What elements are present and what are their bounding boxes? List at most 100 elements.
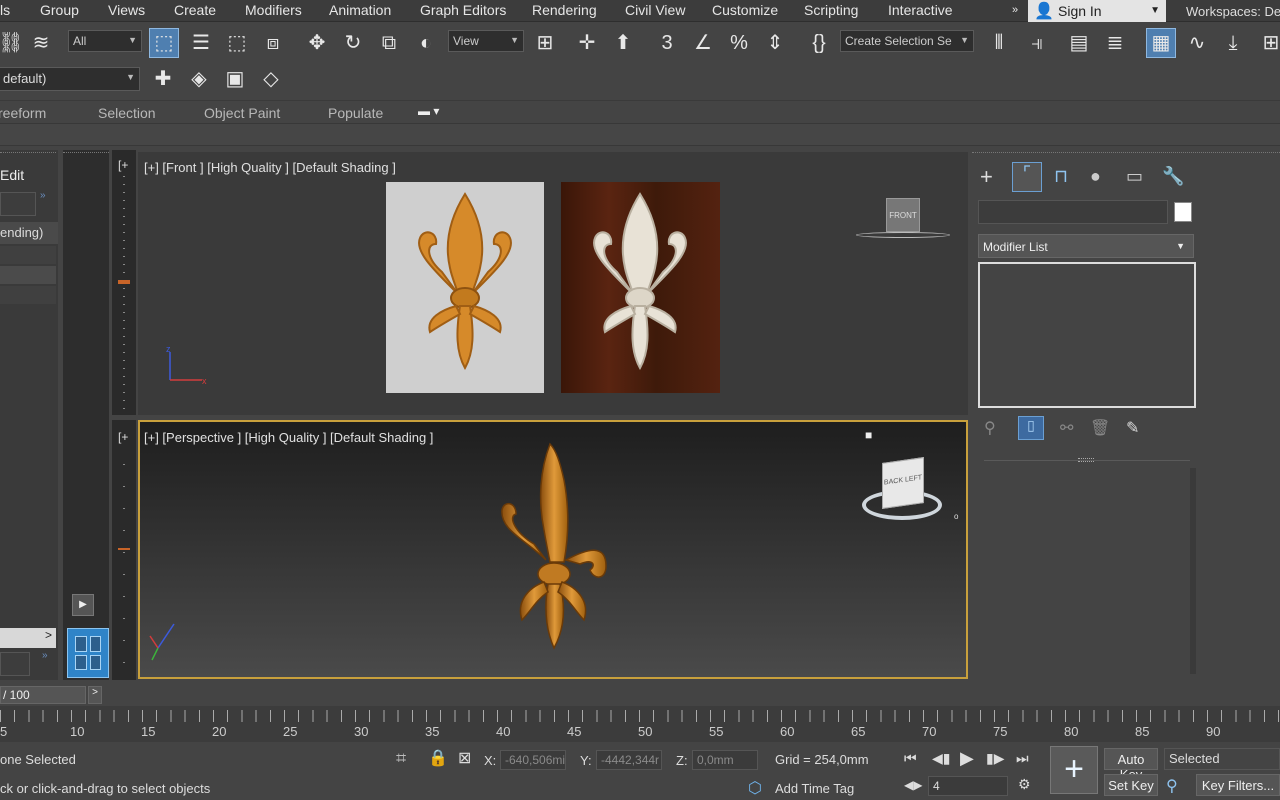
- material-editor-icon[interactable]: ⊞: [1256, 28, 1280, 58]
- front-viewport[interactable]: [+] [Front ] [High Quality ] [Default Sh…: [138, 152, 968, 415]
- tab-selection[interactable]: Selection: [98, 105, 156, 121]
- z-coordinate-field[interactable]: 0,0mm: [692, 750, 758, 770]
- key-filters-icon[interactable]: ⚲: [1166, 776, 1178, 796]
- select-manipulate-icon[interactable]: ✛: [572, 28, 602, 58]
- object-color-swatch[interactable]: [1174, 202, 1192, 222]
- window-crossing-icon[interactable]: ⧈: [258, 28, 288, 58]
- selection-filter-dropdown[interactable]: All ▼: [68, 30, 142, 52]
- add-to-layer-icon[interactable]: ▣: [220, 64, 250, 94]
- link-icon[interactable]: ⛓: [0, 28, 26, 58]
- time-configuration-icon[interactable]: ⚙: [1018, 776, 1031, 793]
- schematic-view-icon[interactable]: ⤓: [1218, 28, 1248, 58]
- angle-snap-icon[interactable]: ∠: [688, 28, 718, 58]
- time-config-icon[interactable]: ◀▶: [904, 778, 922, 792]
- time-tag-icon[interactable]: ⬡: [748, 778, 762, 798]
- list-item[interactable]: [0, 286, 56, 304]
- panel-grip[interactable]: [972, 152, 1280, 154]
- motion-tab-icon[interactable]: ●: [1090, 166, 1101, 187]
- modifier-list-dropdown[interactable]: Modifier List ▼: [978, 234, 1194, 258]
- set-key-button[interactable]: Set Key: [1104, 774, 1158, 796]
- absolute-mode-icon[interactable]: ⊠: [458, 748, 471, 768]
- go-to-end-icon[interactable]: ⏭: [1016, 750, 1029, 767]
- bind-space-warp-icon[interactable]: ≋: [26, 28, 56, 58]
- menu-modifiers[interactable]: Modifiers: [245, 2, 302, 18]
- toggle-scene-explorer-icon[interactable]: ▤: [1064, 28, 1094, 58]
- next-frame-icon[interactable]: ▮▶: [986, 750, 1004, 767]
- front-viewport-label[interactable]: [+] [Front ] [High Quality ] [Default Sh…: [144, 160, 396, 175]
- viewcube-front[interactable]: FRONT: [856, 196, 950, 242]
- object-name-field[interactable]: [978, 200, 1168, 224]
- auto-key-button[interactable]: Auto Key: [1104, 748, 1158, 782]
- keyboard-shortcut-override-icon[interactable]: ⬆: [608, 28, 638, 58]
- move-icon[interactable]: ✥: [302, 28, 332, 58]
- create-tab-icon[interactable]: +: [980, 164, 993, 190]
- expand-icon[interactable]: »: [40, 190, 46, 201]
- list-item[interactable]: [0, 266, 56, 284]
- select-by-name-icon[interactable]: ☰: [186, 28, 216, 58]
- play-layout-icon[interactable]: ▶: [72, 594, 94, 616]
- panel-grip[interactable]: [0, 152, 56, 155]
- sign-in-dropdown[interactable]: 👤 Sign In ▼: [1028, 0, 1166, 22]
- workspaces-label[interactable]: Workspaces: De: [1186, 4, 1280, 19]
- align-icon[interactable]: ⫣: [1022, 28, 1052, 58]
- show-end-result-icon[interactable]: ▯: [1018, 416, 1044, 440]
- lock-icon[interactable]: ■: [865, 428, 872, 442]
- menu-overflow-icon[interactable]: »: [1012, 4, 1018, 16]
- ribbon-options-icon[interactable]: ▬ ▾: [418, 104, 439, 118]
- menu-interactive[interactable]: Interactive: [888, 2, 953, 18]
- snaps-toggle-icon[interactable]: 3: [652, 28, 682, 58]
- perspective-viewport[interactable]: [+] [Perspective ] [High Quality ] [Defa…: [138, 420, 968, 679]
- viewcube-cube[interactable]: BACK LEFT: [882, 457, 924, 509]
- next-frame-arrow[interactable]: >: [88, 686, 102, 704]
- menu-create[interactable]: Create: [174, 2, 216, 18]
- edit-named-selection-icon[interactable]: {}: [804, 28, 834, 58]
- percent-snap-icon[interactable]: %: [724, 28, 754, 58]
- isolate-selection-icon[interactable]: ⌗: [396, 748, 406, 769]
- pin-stack-icon[interactable]: ⚲: [984, 418, 996, 438]
- viewport-layout-button[interactable]: [67, 628, 109, 678]
- key-filters-button[interactable]: Key Filters...: [1196, 774, 1280, 796]
- menu-animation[interactable]: Animation: [329, 2, 391, 18]
- display-tab-icon[interactable]: ▭: [1126, 166, 1143, 187]
- play-icon[interactable]: ▶: [960, 748, 974, 769]
- tab-freeform[interactable]: reeform: [0, 105, 46, 121]
- selection-lock-icon[interactable]: 🔒: [428, 748, 448, 768]
- scale-icon[interactable]: ⧉: [374, 28, 404, 58]
- rectangular-selection-icon[interactable]: ⬚: [222, 28, 252, 58]
- configure-modifier-sets-icon[interactable]: ✎: [1126, 418, 1139, 438]
- search-field[interactable]: [0, 192, 36, 216]
- menu-group[interactable]: Group: [40, 2, 79, 18]
- menu-graph-editors[interactable]: Graph Editors: [420, 2, 506, 18]
- go-to-start-icon[interactable]: ⏮: [904, 750, 917, 767]
- viewcube-perspective[interactable]: BACK LEFT o: [862, 456, 958, 530]
- menu-customize[interactable]: Customize: [712, 2, 778, 18]
- select-in-layer-icon[interactable]: ◇: [256, 64, 286, 94]
- tab-object-paint[interactable]: Object Paint: [204, 105, 280, 121]
- utilities-tab-icon[interactable]: 🔧: [1162, 166, 1184, 187]
- named-selection-set-dropdown[interactable]: Create Selection Se ▼: [840, 30, 974, 52]
- current-frame-field[interactable]: 4: [928, 776, 1008, 796]
- x-coordinate-field[interactable]: -640,506mi: [500, 750, 566, 770]
- modifier-stack[interactable]: [978, 262, 1196, 408]
- menu-scripting[interactable]: Scripting: [804, 2, 858, 18]
- curve-editor-icon[interactable]: ∿: [1182, 28, 1212, 58]
- previous-frame-icon[interactable]: ◀▮: [932, 750, 950, 767]
- viewcube-home-dot[interactable]: o: [954, 512, 958, 521]
- pivot-center-icon[interactable]: ⊞: [530, 28, 560, 58]
- select-object-icon[interactable]: ⬚: [149, 28, 179, 58]
- tab-populate[interactable]: Populate: [328, 105, 383, 121]
- toggle-layer-explorer-icon[interactable]: ≣: [1100, 28, 1130, 58]
- list-item[interactable]: [0, 246, 56, 264]
- expand-icon[interactable]: »: [42, 650, 48, 661]
- layers-icon[interactable]: ◈: [184, 64, 214, 94]
- time-slider-handle[interactable]: / 100: [0, 686, 86, 704]
- menu-views[interactable]: Views: [108, 2, 145, 18]
- menu-civil-view[interactable]: Civil View: [625, 2, 685, 18]
- remove-modifier-icon[interactable]: 🗑: [1090, 418, 1110, 438]
- hierarchy-tab-icon[interactable]: ⊓: [1054, 166, 1068, 187]
- track-bar[interactable]: 5 10 15 20 25 30 35 40 45 50 55 60 65 70…: [0, 706, 1280, 742]
- toggle-ribbon-icon[interactable]: ▦: [1146, 28, 1176, 58]
- perspective-viewport-slider[interactable]: [+: [112, 420, 136, 680]
- sort-header[interactable]: ending): [0, 222, 58, 244]
- set-key-big-button[interactable]: +: [1050, 746, 1098, 794]
